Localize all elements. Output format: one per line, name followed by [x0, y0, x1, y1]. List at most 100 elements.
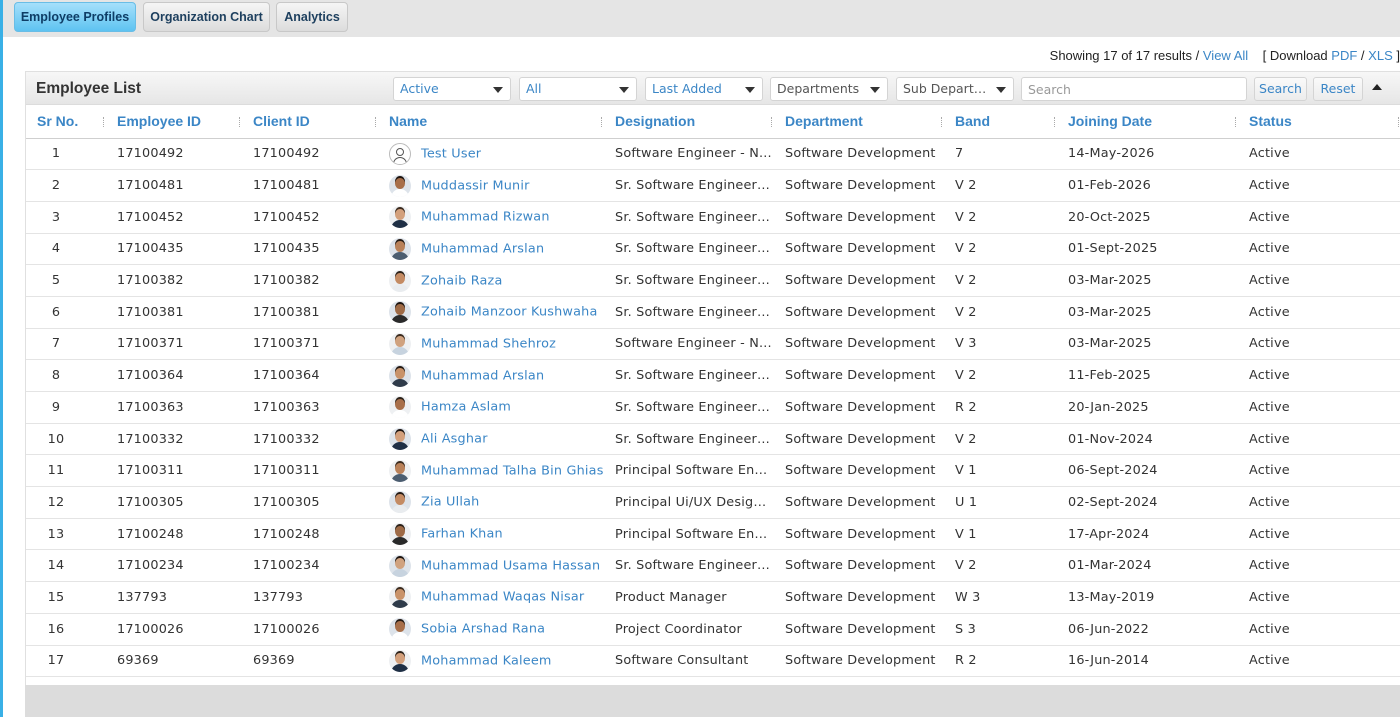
cell-name[interactable]: Muhammad Waqas Nisar: [378, 581, 604, 614]
employee-name-link[interactable]: Zohaib Raza: [421, 273, 503, 288]
column-header[interactable]: Sr No.: [26, 105, 106, 139]
cell-name[interactable]: Test User: [378, 138, 604, 171]
download-pdf-link[interactable]: PDF: [1331, 48, 1357, 63]
column-resize-handle[interactable]: [1235, 117, 1236, 127]
type-filter-select[interactable]: All: [519, 77, 637, 101]
table-row[interactable]: 4 17100435 17100435 Muhammad Arslan Sr. Soft…: [26, 233, 1400, 266]
employee-name-link[interactable]: Zia Ullah: [421, 495, 479, 510]
cell-name[interactable]: Zohaib Manzoor Kushwaha: [378, 296, 604, 329]
cell-designation: Sr. Software Engineer ...: [604, 169, 774, 202]
cell-name[interactable]: Muhammad Talha Bin Ghias: [378, 454, 604, 488]
employee-name-link[interactable]: Muhammad Shehroz: [421, 336, 556, 351]
column-resize-handle[interactable]: [375, 117, 376, 127]
cell-name[interactable]: Muhammad Rizwan: [378, 201, 604, 234]
column-header[interactable]: Designation: [604, 105, 774, 139]
reset-button[interactable]: Reset: [1313, 77, 1363, 101]
sort-filter-select[interactable]: Last Added: [645, 77, 763, 101]
table-row[interactable]: 17 69369 69369 Mohammad Kaleem Software Cons…: [26, 645, 1400, 678]
table-row[interactable]: 10 17100332 17100332 Ali Asghar Sr. Software…: [26, 423, 1400, 456]
cell-sr-no: 11: [26, 454, 106, 488]
cell-sr-no: 13: [26, 518, 106, 551]
cell-band: V 2: [944, 549, 1057, 583]
cell-name[interactable]: Muhammad Arslan: [378, 359, 604, 392]
column-header[interactable]: Status: [1238, 105, 1400, 139]
table-row[interactable]: 5 17100382 17100382 Zohaib Raza Sr. Software…: [26, 264, 1400, 297]
employee-name-link[interactable]: Mohammad Kaleem: [421, 653, 552, 668]
status-filter-select[interactable]: Active: [393, 77, 511, 101]
column-resize-handle[interactable]: [1054, 117, 1055, 127]
table-row[interactable]: 6 17100381 17100381 Zohaib Manzoor Kushwaha…: [26, 296, 1400, 329]
column-header-label: Band: [955, 113, 990, 130]
employee-name-link[interactable]: Muddassir Munir: [421, 178, 530, 193]
employee-name-link[interactable]: Muhammad Rizwan: [421, 210, 550, 225]
column-header[interactable]: Client ID: [242, 105, 378, 139]
cell-name[interactable]: Zohaib Raza: [378, 264, 604, 297]
column-resize-handle[interactable]: [771, 117, 772, 127]
table-row[interactable]: 11 17100311 17100311 Muhammad Talha Bin Ghi…: [26, 454, 1400, 488]
cell-name[interactable]: Hamza Aslam: [378, 391, 604, 424]
column-resize-handle[interactable]: [941, 117, 942, 127]
cell-name[interactable]: Muhammad Shehroz: [378, 328, 604, 361]
table-row[interactable]: 7 17100371 17100371 Muhammad Shehroz Softwar…: [26, 328, 1400, 361]
cell-status: Active: [1238, 359, 1400, 392]
employee-name-link[interactable]: Muhammad Arslan: [421, 241, 544, 256]
cell-department: Software Development: [774, 201, 944, 234]
table-row[interactable]: 2 17100481 17100481 Muddassir Munir Sr. Soft…: [26, 169, 1400, 202]
search-input[interactable]: [1021, 77, 1247, 101]
tab-organization-chart[interactable]: Organization Chart: [143, 2, 270, 32]
cell-sr-no: 6: [26, 296, 106, 329]
table-row[interactable]: 13 17100248 17100248 Farhan Khan Principal S…: [26, 518, 1400, 551]
column-header[interactable]: Band: [944, 105, 1057, 139]
column-header[interactable]: Employee ID: [106, 105, 242, 139]
cell-name[interactable]: Zia Ullah: [378, 486, 604, 519]
column-resize-handle[interactable]: [239, 117, 240, 127]
cell-client-id: 17100234: [242, 549, 378, 583]
cell-client-id: 17100435: [242, 233, 378, 266]
employee-name-link[interactable]: Muhammad Talha Bin Ghias: [421, 463, 604, 478]
download-label: [ Download: [1262, 48, 1328, 63]
column-resize-handle[interactable]: [103, 117, 104, 127]
cell-name[interactable]: Muddassir Munir: [378, 169, 604, 202]
tab-employee-profiles[interactable]: Employee Profiles: [14, 2, 136, 32]
employee-name-link[interactable]: Sobia Arshad Rana: [421, 622, 545, 637]
table-row[interactable]: 15 137793 137793 Muhammad Waqas Nisar Produc…: [26, 581, 1400, 614]
department-filter-select[interactable]: Departments: [770, 77, 888, 101]
view-all-link[interactable]: View All: [1203, 48, 1248, 63]
cell-name[interactable]: Ali Asghar: [378, 423, 604, 456]
employee-name-link[interactable]: Muhammad Arslan: [421, 368, 544, 383]
collapse-panel-icon[interactable]: [1372, 84, 1382, 90]
employee-name-link[interactable]: Zohaib Manzoor Kushwaha: [421, 305, 598, 320]
cell-name[interactable]: Muhammad Usama Hassan: [378, 549, 604, 583]
column-resize-handle[interactable]: [1398, 117, 1399, 127]
table-row[interactable]: 3 17100452 17100452 Muhammad Rizwan Sr. Soft…: [26, 201, 1400, 234]
employee-name-link[interactable]: Muhammad Usama Hassan: [421, 558, 600, 573]
employee-name-link[interactable]: Farhan Khan: [421, 527, 503, 542]
sub-department-filter-select[interactable]: Sub Departments: [896, 77, 1014, 101]
column-resize-handle[interactable]: [601, 117, 602, 127]
cell-name[interactable]: Farhan Khan: [378, 518, 604, 551]
employee-name-link[interactable]: Muhammad Waqas Nisar: [421, 590, 584, 605]
table-row[interactable]: 16 17100026 17100026 Sobia Arshad Rana Proje…: [26, 613, 1400, 646]
table-row[interactable]: 9 17100363 17100363 Hamza Aslam Sr. Software…: [26, 391, 1400, 424]
cell-band: V 2: [944, 169, 1057, 202]
column-header[interactable]: Department: [774, 105, 944, 139]
employee-name-link[interactable]: Hamza Aslam: [421, 400, 511, 415]
table-row[interactable]: 12 17100305 17100305 Zia Ullah Principal Ui/…: [26, 486, 1400, 519]
avatar: [389, 301, 411, 324]
cell-name[interactable]: Muhammad Arslan: [378, 233, 604, 266]
search-button[interactable]: Search: [1254, 77, 1307, 101]
cell-client-id: 17100381: [242, 296, 378, 329]
cell-joining-date: 20-Jan-2025: [1057, 391, 1238, 424]
employee-name-link[interactable]: Test User: [421, 146, 481, 161]
table-row[interactable]: 8 17100364 17100364 Muhammad Arslan Sr. Soft…: [26, 359, 1400, 392]
cell-client-id: 17100452: [242, 201, 378, 234]
tab-analytics[interactable]: Analytics: [276, 2, 348, 32]
column-header[interactable]: Joining Date: [1057, 105, 1238, 139]
cell-name[interactable]: Mohammad Kaleem: [378, 645, 604, 678]
cell-name[interactable]: Sobia Arshad Rana: [378, 613, 604, 646]
employee-name-link[interactable]: Ali Asghar: [421, 432, 488, 447]
table-row[interactable]: 14 17100234 17100234 Muhammad Usama Hassan S…: [26, 549, 1400, 583]
table-row[interactable]: 1 17100492 17100492 Test User Software Engin…: [26, 138, 1400, 171]
column-header[interactable]: Name: [378, 105, 604, 139]
download-xls-link[interactable]: XLS: [1368, 48, 1393, 63]
